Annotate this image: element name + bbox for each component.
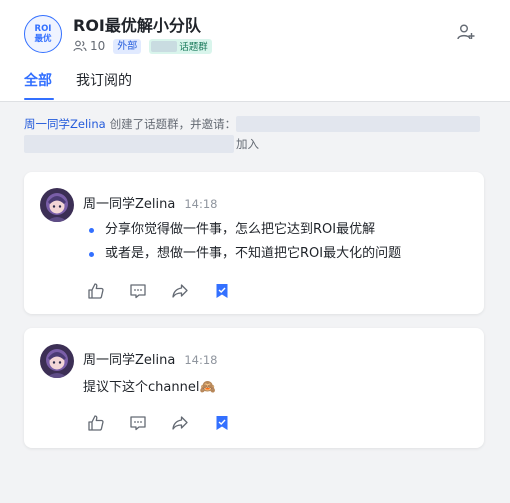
share-icon[interactable] [170,281,190,301]
redacted-block [151,40,178,52]
message-author[interactable]: 周一同学Zelina [83,193,175,212]
system-message-suffix: 加入 [236,137,259,151]
comment-icon[interactable] [128,413,148,433]
group-avatar[interactable]: ROI 最优 [24,15,62,53]
member-count[interactable]: 10 [90,39,105,53]
message-actions [86,281,254,301]
bookmark-icon[interactable] [212,281,232,301]
comment-icon[interactable] [128,281,148,301]
avatar[interactable] [40,344,74,378]
topic-card[interactable]: 周一同学Zelina 14:18 分享你觉得做一件事，怎么把它达到ROI最优解 … [24,172,484,314]
topic-card[interactable]: 周一同学Zelina 14:18 提议下这个channel🙈 [24,328,484,448]
share-icon[interactable] [170,413,190,433]
tab-bar: 全部 我订阅的 [0,68,510,102]
system-message-user[interactable]: 周一同学Zelina [24,116,106,132]
list-item: 分享你觉得做一件事，怎么把它达到ROI最优解 [83,218,401,242]
group-title[interactable]: ROI最优解小分队 [73,12,201,36]
tab-subscribed[interactable]: 我订阅的 [76,70,132,90]
message-body: 提议下这个channel🙈 [83,380,216,395]
avatar[interactable] [40,188,74,222]
people-icon[interactable] [73,39,87,53]
add-person-icon[interactable] [456,22,476,42]
redacted-block [236,116,480,132]
message-actions [86,413,254,433]
redacted-block [24,135,234,153]
active-tab-indicator [24,98,54,100]
bookmark-icon[interactable] [212,413,232,433]
message-time: 14:18 [184,353,218,367]
tab-all[interactable]: 全部 [24,70,52,90]
topic-tag-label: 话题群 [179,42,208,53]
thumbs-up-icon[interactable] [86,413,106,433]
message-body: 分享你觉得做一件事，怎么把它达到ROI最优解 或者是，想做一件事，不知道把它RO… [83,218,401,266]
group-avatar-line1: ROI [34,24,52,34]
group-avatar-line2: 最优 [34,34,52,44]
thumbs-up-icon[interactable] [86,281,106,301]
message-time: 14:18 [184,197,218,211]
list-item: 或者是，想做一件事，不知道把它ROI最大化的问题 [83,242,401,266]
message-author[interactable]: 周一同学Zelina [83,349,175,368]
group-meta: 10 外部 话题群 [73,38,212,54]
system-message-text: 创建了话题群，并邀请： [109,117,237,131]
topic-group-tag: 话题群 [149,38,212,54]
chat-header: ROI 最优 ROI最优解小分队 10 外部 话题群 全部 我订阅的 [0,0,510,102]
external-tag: 外部 [113,38,142,54]
